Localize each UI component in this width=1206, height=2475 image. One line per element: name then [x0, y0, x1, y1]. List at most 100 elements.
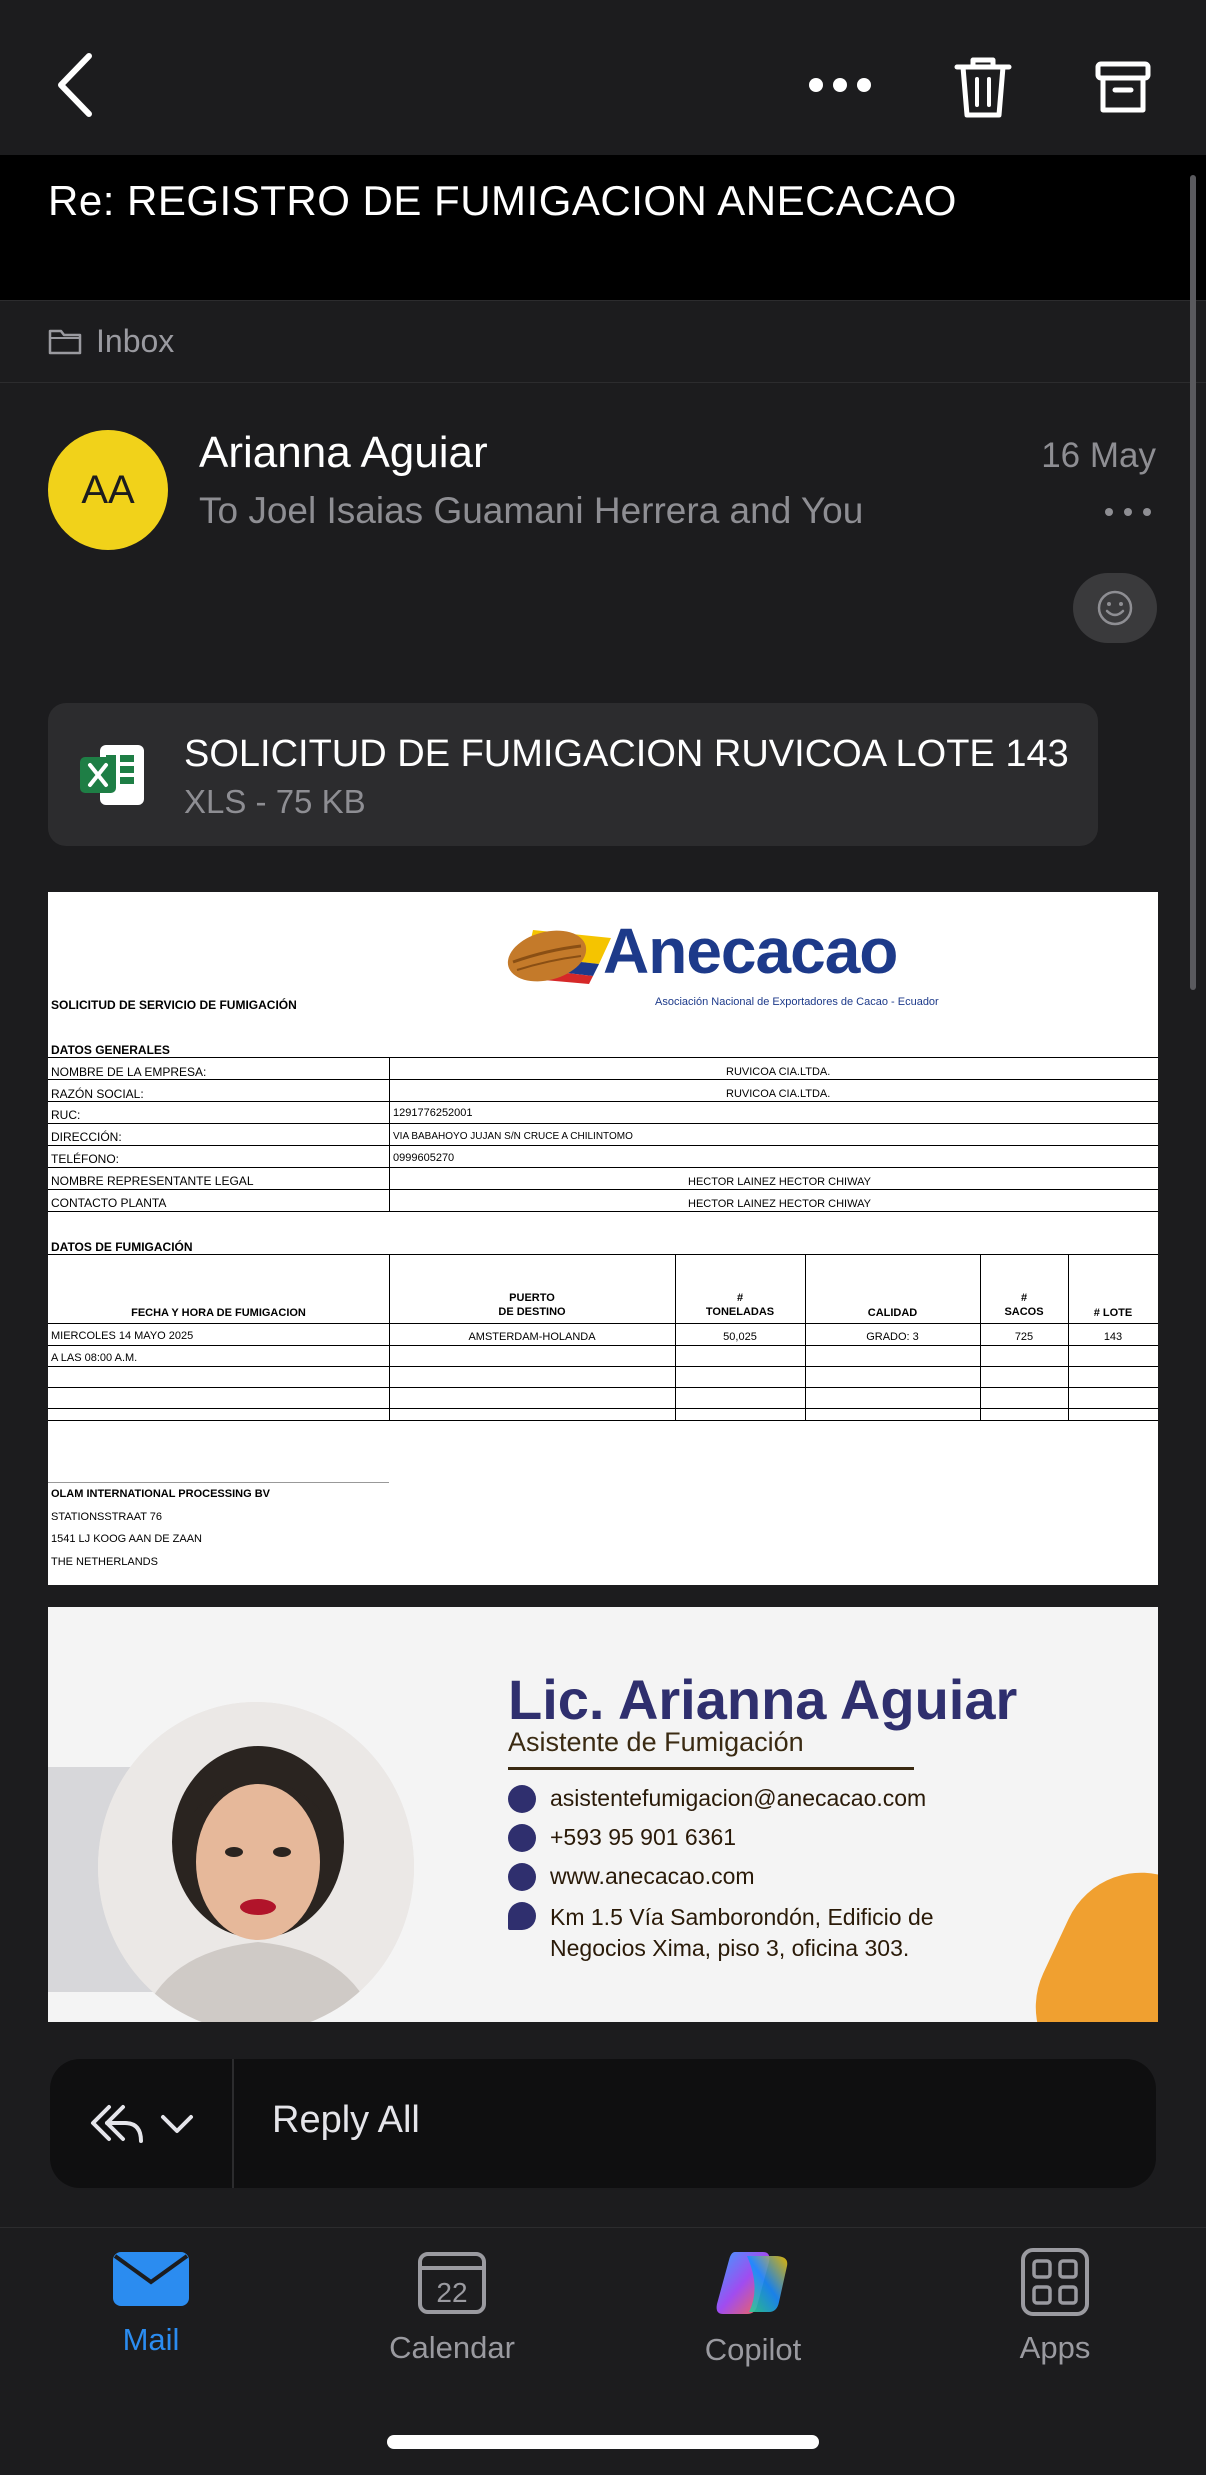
delete-button[interactable]: [945, 45, 1020, 130]
avatar[interactable]: AA: [48, 430, 168, 550]
person-portrait-icon: [98, 1702, 414, 2022]
column-header: #: [1020, 1292, 1028, 1304]
general-label: CONTACTO PLANTA: [51, 1196, 167, 1210]
divider: [48, 1123, 1158, 1124]
divider: [48, 1482, 389, 1483]
tab-mail[interactable]: Mail: [51, 2248, 251, 2398]
divider: [48, 1254, 1158, 1255]
general-value: 1291776252001: [393, 1107, 473, 1119]
sender-name[interactable]: Arianna Aguiar: [199, 428, 488, 478]
folder-label: Inbox: [96, 323, 175, 359]
divider: [48, 1057, 1158, 1058]
back-button[interactable]: [40, 40, 110, 130]
cell-sacos: 725: [1014, 1331, 1034, 1343]
cell-calidad: GRADO: 3: [866, 1331, 919, 1343]
logo-subtitle: Asociación Nacional de Exportadores de C…: [655, 996, 939, 1008]
signature-website-row[interactable]: www.anecacao.com: [508, 1863, 755, 1891]
tab-label: Calendar: [389, 2330, 515, 2365]
subject-header: Re: REGISTRO DE FUMIGACION ANECACAO: [0, 155, 1206, 300]
divider: [48, 1345, 1158, 1346]
tab-label: Mail: [122, 2322, 180, 2357]
divider: [48, 1145, 1158, 1146]
signature-phone-row[interactable]: +593 95 901 6361: [508, 1824, 736, 1852]
smiley-icon: [1097, 590, 1133, 626]
mail-icon: [113, 2252, 189, 2306]
excel-icon: [80, 745, 144, 805]
column-header: TONELADAS: [705, 1306, 775, 1318]
more-options-button[interactable]: [800, 50, 880, 120]
column-header: DE DESTINO: [498, 1306, 566, 1318]
column-header: CALIDAD: [867, 1307, 918, 1319]
cell-hora: A LAS 08:00 A.M.: [51, 1352, 138, 1364]
folder-breadcrumb[interactable]: Inbox: [0, 300, 1206, 383]
signature-title: Asistente de Fumigación: [508, 1727, 804, 1757]
anecacao-logo: Anecacao Asociación Nacional de Exportad…: [503, 915, 983, 1008]
message-date: 16 May: [1041, 436, 1156, 475]
phone-icon: [508, 1824, 536, 1852]
cell-lote: 143: [1103, 1331, 1123, 1343]
general-label: DIRECCIÓN:: [51, 1130, 122, 1144]
cell-fecha: MIERCOLES 14 MAYO 2025: [51, 1330, 194, 1342]
reply-mode-selector[interactable]: [50, 2059, 234, 2188]
tab-apps[interactable]: Apps: [955, 2248, 1155, 2398]
globe-icon: [508, 1863, 536, 1891]
ellipsis-icon: [809, 78, 871, 92]
cacao-pod-decoration: [1009, 1846, 1158, 2022]
section-general: DATOS GENERALES: [51, 1043, 170, 1057]
general-value: RUVICOA CIA.LTDA.: [726, 1066, 831, 1078]
envelope-icon: [508, 1785, 536, 1813]
attachment-meta: XLS - 75 KB: [184, 783, 366, 820]
archive-button[interactable]: [1085, 45, 1160, 130]
scrollbar[interactable]: [1190, 175, 1196, 990]
dot-icon: [1124, 508, 1132, 516]
tab-label: Apps: [1019, 2330, 1091, 2365]
top-toolbar: [0, 0, 1206, 155]
column-header: SACOS: [1004, 1306, 1044, 1318]
fumigation-form-image[interactable]: Anecacao Asociación Nacional de Exportad…: [48, 892, 1158, 1585]
divider: [48, 1366, 1158, 1367]
divider: [48, 1101, 1158, 1102]
divider: [48, 1189, 1158, 1190]
general-label: NOMBRE REPRESENTANTE LEGAL: [51, 1174, 254, 1188]
message-more-button[interactable]: [1105, 497, 1151, 527]
profile-photo: [98, 1702, 414, 2022]
divider: [508, 1767, 914, 1770]
general-label: RAZÓN SOCIAL:: [51, 1087, 144, 1101]
cell-toneladas: 50,025: [723, 1331, 757, 1343]
tab-calendar[interactable]: 22 Calendar: [352, 2248, 552, 2398]
signature-phone: +593 95 901 6361: [550, 1824, 737, 1850]
recipients-line[interactable]: To Joel Isaias Guamani Herrera and You: [199, 490, 863, 532]
divider: [48, 1420, 1158, 1421]
divider: [389, 1057, 390, 1211]
column-header: #: [736, 1292, 744, 1304]
general-value: RUVICOA CIA.LTDA.: [726, 1088, 831, 1100]
reaction-button[interactable]: [1073, 573, 1157, 643]
general-label: NOMBRE DE LA EMPRESA:: [51, 1065, 207, 1079]
reply-all-label[interactable]: Reply All: [272, 2099, 420, 2142]
divider: [48, 1323, 1158, 1324]
logo-text: Anecacao: [603, 915, 898, 987]
divider: [48, 1211, 1158, 1212]
tab-copilot[interactable]: Copilot: [653, 2248, 853, 2398]
email-detail-screen: Re: REGISTRO DE FUMIGACION ANECACAO Inbo…: [0, 0, 1206, 2475]
consignee-line: OLAM INTERNATIONAL PROCESSING BV: [51, 1488, 270, 1500]
attachment-card[interactable]: SOLICITUD DE FUMIGACION RUVICOA LOTE 143…: [48, 703, 1098, 846]
consignee-line: THE NETHERLANDS: [51, 1556, 158, 1568]
cacao-pod-icon: [507, 930, 611, 984]
calendar-icon: 22: [418, 2252, 486, 2314]
trash-icon: [954, 57, 1011, 117]
email-subject: Re: REGISTRO DE FUMIGACION ANECACAO: [48, 177, 957, 224]
email-signature-image[interactable]: Lic. Arianna Aguiar Asistente de Fumigac…: [48, 1607, 1158, 2022]
dot-icon: [1143, 508, 1151, 516]
signature-address-line: Negocios Xima, piso 3, oficina 303.: [550, 1935, 910, 1961]
general-value: VIA BABAHOYO JUJAN S/N CRUCE A CHILINTOM…: [393, 1131, 633, 1142]
home-indicator[interactable]: [387, 2435, 819, 2449]
chevron-down-icon: [161, 2114, 193, 2133]
general-value: HECTOR LAINEZ HECTOR CHIWAY: [688, 1198, 871, 1210]
reply-box[interactable]: Reply All: [50, 2059, 1156, 2188]
reply-all-icon: [91, 2104, 143, 2143]
archive-icon: [1095, 61, 1150, 112]
reply-bar: Reply All: [0, 2022, 1206, 2227]
tab-label: Copilot: [704, 2332, 802, 2367]
signature-email-row[interactable]: asistentefumigacion@anecacao.com: [508, 1785, 926, 1813]
